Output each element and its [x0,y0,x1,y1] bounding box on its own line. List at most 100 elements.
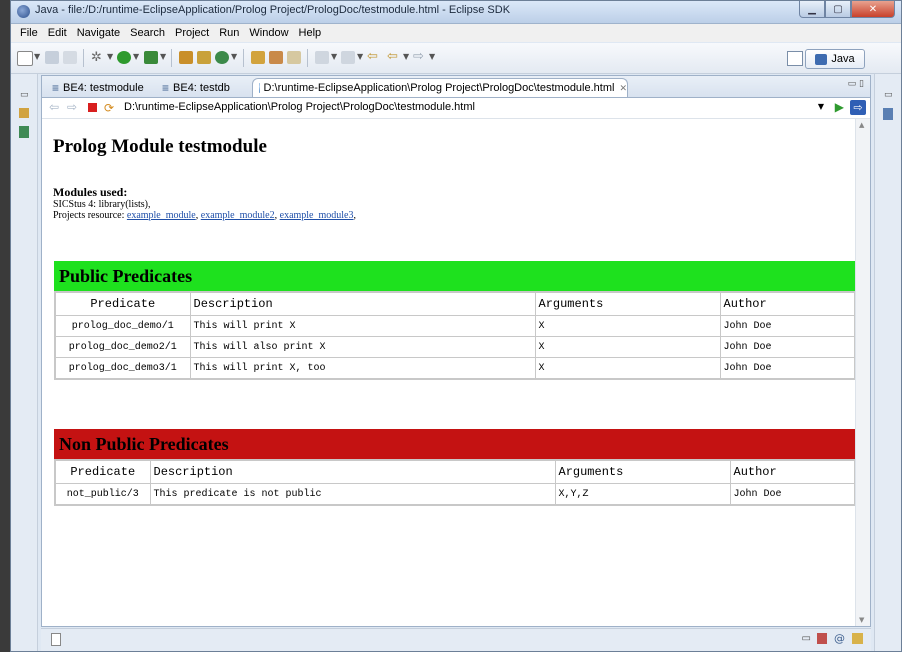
back-icon[interactable]: ⇦ [49,100,59,114]
tab-label: BE4: testdb [173,81,230,94]
table-row: not_public/3 This predicate is not publi… [54,483,856,506]
toolbar-separator [171,49,172,67]
url-field[interactable]: D:\runtime-EclipseApplication\Prolog Pro… [124,101,475,113]
back-dropdown-icon[interactable]: ▼ [403,52,409,61]
new-dropdown-icon[interactable]: ▼ [34,52,40,61]
description-cell: This predicate is not public [149,483,556,506]
tab-testmodule[interactable]: ≡ BE4: testmodule [46,78,150,97]
column-header: Arguments [554,459,731,484]
editor-area: ≡ BE4: testmodule ≡ BE4: testdb D:\runti… [41,75,871,627]
refresh-icon[interactable]: ⟳ [104,101,114,115]
outline-right-icon[interactable] [883,108,893,120]
forward-icon[interactable]: ⇨ [413,50,427,64]
previous-annotation-dropdown-icon[interactable]: ▼ [357,52,363,61]
column-header: Arguments [534,291,721,316]
restore-right-icon[interactable]: ▭ [884,90,893,100]
menu-project[interactable]: Project [170,27,214,39]
print-icon[interactable] [63,51,77,64]
external-tools-dropdown-icon[interactable]: ▼ [160,52,166,61]
table-header-row: Predicate Description Arguments Author [54,459,856,484]
page-title: Prolog Module testmodule [53,136,267,157]
menu-run[interactable]: Run [214,27,244,39]
non-public-predicates-section: Non Public Predicates Predicate Descript… [54,429,856,506]
problems-icon[interactable] [817,633,827,644]
new-class-dropdown-icon[interactable]: ▼ [231,52,237,61]
table-row: prolog_doc_demo2/1 This will also print … [54,336,856,358]
module-link[interactable]: example_module2 [201,210,275,221]
new-icon[interactable] [17,51,33,66]
open-perspective-icon[interactable] [787,51,803,66]
maximize-button[interactable]: ▢ [825,1,851,18]
scroll-up-icon[interactable]: ▲ [859,121,864,129]
url-dropdown-icon[interactable]: ▼ [818,102,824,111]
toolbar-separator [83,49,84,67]
toolbar-separator [243,49,244,67]
public-predicates-table: Predicate Description Arguments Author p… [54,291,856,380]
table-row: prolog_doc_demo/1 This will print X X Jo… [54,315,856,337]
column-header: Predicate [54,291,191,316]
module-link[interactable]: example_module [127,210,196,221]
arguments-cell: X [534,336,721,358]
minimize-button[interactable]: ▁ [799,1,825,18]
predicate-cell: prolog_doc_demo/1 [54,315,191,337]
open-type-icon[interactable] [251,51,265,64]
tab-browser[interactable]: D:\runtime-EclipseApplication\Prolog Pro… [252,78,628,97]
run-dropdown-icon[interactable]: ▼ [133,52,139,61]
perspective-label: Java [831,53,855,65]
menu-help[interactable]: Help [294,27,327,39]
new-package-icon[interactable] [197,51,211,64]
back-icon[interactable]: ⇦ [387,50,401,64]
title-bar[interactable]: Java - file:/D:/runtime-EclipseApplicati… [11,1,901,24]
last-edit-icon[interactable]: ⇦ [367,50,381,64]
arguments-cell: X [534,357,721,380]
outline-view-icon[interactable] [19,126,29,138]
save-icon[interactable] [45,51,59,64]
declaration-icon[interactable] [852,633,863,644]
right-trim-stack: ▭ [874,74,901,651]
java-perspective-icon [815,53,828,65]
forward-icon[interactable]: ⇨ [67,100,77,114]
go-icon[interactable]: ▶ [835,100,844,114]
vertical-scrollbar[interactable]: ▲ ▼ [855,119,870,626]
restore-icon[interactable]: ▭ [802,633,811,644]
hierarchy-view-icon[interactable] [19,108,29,118]
search-icon[interactable] [269,51,283,64]
javadoc-icon[interactable]: @ [834,632,845,645]
arguments-cell: X [534,315,721,337]
menu-file[interactable]: File [15,27,43,39]
minimize-maximize-icons[interactable]: ▭ ▯ [848,79,864,89]
external-browser-icon[interactable]: ⇨ [850,100,866,115]
menu-navigate[interactable]: Navigate [72,27,125,39]
next-annotation-dropdown-icon[interactable]: ▼ [331,52,337,61]
module-link[interactable]: example_module3 [280,210,354,221]
window-title: Java - file:/D:/runtime-EclipseApplicati… [35,4,511,16]
debug-dropdown-icon[interactable]: ▼ [107,52,113,61]
tab-label: D:\runtime-EclipseApplication\Prolog Pro… [263,82,615,94]
close-tab-icon[interactable]: ✕ [619,83,627,94]
restore-icon[interactable]: ▭ [20,90,29,100]
external-tools-icon[interactable] [144,51,158,64]
next-annotation-icon[interactable] [315,51,329,64]
stop-icon[interactable] [88,103,97,112]
forward-dropdown-icon[interactable]: ▼ [429,52,435,61]
fast-view-icon[interactable] [51,633,61,646]
menu-window[interactable]: Window [244,27,293,39]
tab-label: BE4: testmodule [63,81,144,94]
close-button[interactable]: ✕ [851,1,895,18]
menu-search[interactable]: Search [125,27,170,39]
tab-testdb[interactable]: ≡ BE4: testdb [156,78,246,97]
java-perspective-button[interactable]: Java [805,49,865,69]
list-icon: ≡ [52,80,60,95]
menu-edit[interactable]: Edit [43,27,72,39]
annotation-icon[interactable] [287,51,301,64]
debug-icon[interactable]: ✲ [91,51,105,64]
previous-annotation-icon[interactable] [341,51,355,64]
new-class-icon[interactable] [215,51,229,64]
arguments-cell: X,Y,Z [554,483,731,506]
table-header-row: Predicate Description Arguments Author [54,291,856,316]
scroll-down-icon[interactable]: ▼ [859,616,864,624]
author-cell: John Doe [719,357,856,380]
author-cell: John Doe [719,315,856,337]
new-java-project-icon[interactable] [179,51,193,64]
run-icon[interactable] [117,51,131,64]
